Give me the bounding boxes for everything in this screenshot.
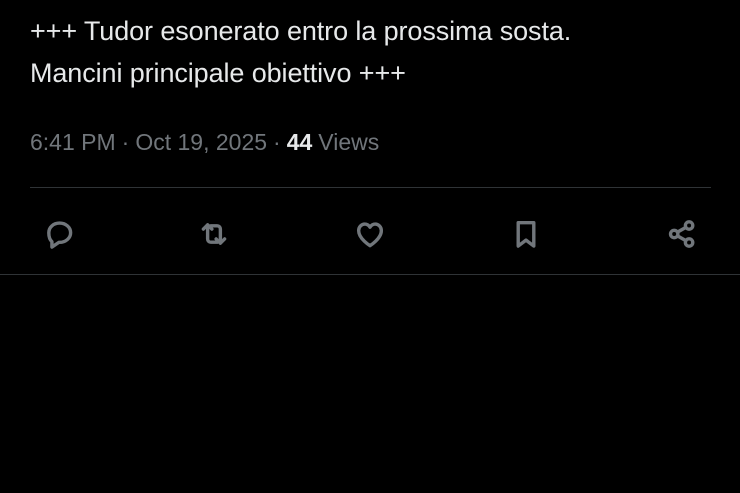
divider — [0, 274, 740, 275]
like-button[interactable] — [346, 210, 394, 258]
share-button[interactable] — [658, 210, 706, 258]
reply-bubble-icon — [47, 221, 73, 249]
bookmark-button[interactable] — [502, 210, 550, 258]
share-nodes-icon — [668, 220, 695, 248]
tweet-actions-bar — [0, 210, 740, 258]
retweet-button[interactable] — [190, 210, 238, 258]
tweet-date[interactable]: Oct 19, 2025 — [135, 129, 267, 155]
tweet-time[interactable]: 6:41 PM — [30, 129, 116, 155]
divider — [30, 187, 711, 188]
meta-separator: · — [121, 129, 130, 155]
meta-separator: · — [273, 129, 281, 155]
views-label: Views — [318, 129, 380, 155]
bookmark-icon — [516, 220, 536, 248]
views-count: 44 — [286, 129, 313, 155]
retweet-arrows-icon — [201, 223, 227, 245]
tweet-text: +++ Tudor esonerato entro la prossima so… — [30, 16, 572, 88]
reply-button[interactable] — [35, 210, 83, 258]
heart-icon — [356, 222, 384, 248]
tweet-metadata: 6:41 PM · Oct 19, 2025 · 44 Views — [30, 124, 379, 160]
